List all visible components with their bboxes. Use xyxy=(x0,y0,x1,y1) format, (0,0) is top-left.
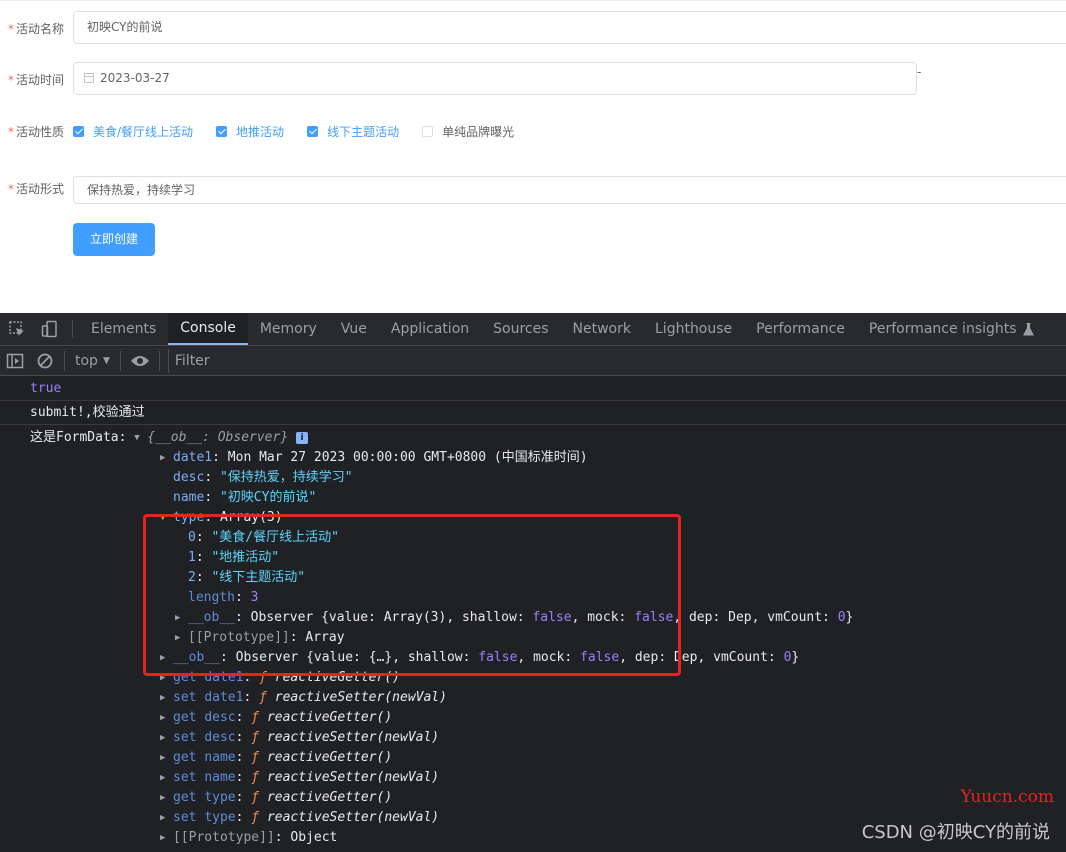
time-label: * 活动时间 xyxy=(8,73,65,87)
author-watermark: CSDN @初映CY的前说 xyxy=(861,822,1050,843)
sidebar-toggle-icon[interactable] xyxy=(0,347,30,375)
submit-button[interactable]: 立即创建 xyxy=(73,223,155,256)
array-item: 0: "美食/餐厅线上活动" xyxy=(188,530,339,545)
collapsed-triangle-icon[interactable]: ▶ xyxy=(160,708,173,728)
prop-name: name: "初映CY的前说" xyxy=(173,490,317,505)
array-length: length: 3 xyxy=(188,590,259,605)
tab-memory[interactable]: Memory xyxy=(248,313,329,345)
checkbox-checked-icon[interactable] xyxy=(73,126,84,137)
array-item: 1: "地推活动" xyxy=(188,550,280,565)
tab-application[interactable]: Application xyxy=(379,313,481,345)
checkbox-offline-theme[interactable]: 线下主题活动 xyxy=(307,123,399,140)
collapsed-triangle-icon[interactable]: ▶ xyxy=(160,668,173,688)
type-checkbox-group: 美食/餐厅线上活动 地推活动 线下主题活动 单纯品牌曝光 xyxy=(73,123,537,140)
date-range-separator: - xyxy=(917,65,922,79)
object-prototype[interactable]: ▶ [[Prototype]]: Object xyxy=(160,828,337,848)
checkbox-ground-promo[interactable]: 地推活动 xyxy=(216,123,284,140)
tab-lighthouse[interactable]: Lighthouse xyxy=(643,313,744,345)
collapsed-triangle-icon[interactable]: ▶ xyxy=(160,748,173,768)
formdata-summary-line[interactable]: 这是FormData: ▼ {__ob__: Observer} i xyxy=(30,428,308,448)
array-item: 2: "线下主题活动" xyxy=(188,570,306,585)
tab-console[interactable]: Console xyxy=(168,313,248,345)
prop-desc: desc: "保持热爱，持续学习" xyxy=(173,470,353,485)
devtools-panel: Elements Console Memory Vue Application … xyxy=(0,313,1066,852)
expanded-triangle-icon[interactable]: ▼ xyxy=(160,508,173,528)
accessor-line[interactable]: ▶ get date1: ƒ reactiveGetter() xyxy=(160,668,400,688)
accessor-line[interactable]: ▶ set type: ƒ reactiveSetter(newVal) xyxy=(160,808,439,828)
clear-console-icon[interactable] xyxy=(30,347,60,375)
prop-date1[interactable]: ▶ date1: Mon Mar 27 2023 00:00:00 GMT+080… xyxy=(160,448,588,468)
console-message-true: true xyxy=(0,377,1066,401)
console-message-submit: submit!,校验通过 xyxy=(0,401,1066,425)
accessor-line[interactable]: ▶ get name: ƒ reactiveGetter() xyxy=(160,748,392,768)
accessor-line[interactable]: ▶ get desc: ƒ reactiveGetter() xyxy=(160,708,392,728)
tab-vue[interactable]: Vue xyxy=(329,313,379,345)
calendar-icon xyxy=(84,73,94,83)
object-ob-line[interactable]: ▶ __ob__: Observer {value: {…}, shallow: … xyxy=(160,648,799,668)
collapsed-triangle-icon[interactable]: ▶ xyxy=(160,648,173,668)
tab-performance[interactable]: Performance xyxy=(744,313,857,345)
console-toolbar: top ▼ Filter xyxy=(0,347,1066,376)
checkbox-brand-exposure[interactable]: 单纯品牌曝光 xyxy=(422,123,514,140)
collapsed-triangle-icon[interactable]: ▶ xyxy=(160,768,173,788)
console-filter-input[interactable]: Filter xyxy=(167,349,1066,373)
array-ob-line[interactable]: ▶ __ob__: Observer {value: Array(3), shal… xyxy=(175,608,853,628)
info-icon[interactable]: i xyxy=(296,432,308,444)
checkbox-checked-icon[interactable] xyxy=(216,126,228,137)
checkbox-food-online[interactable]: 美食/餐厅线上活动 xyxy=(73,123,193,140)
toolbar-divider xyxy=(64,351,65,371)
expanded-triangle-icon[interactable]: ▼ xyxy=(134,428,147,448)
desc-label: * 活动形式 xyxy=(8,182,65,196)
context-selector[interactable]: top ▼ xyxy=(69,353,116,369)
device-toggle-icon[interactable] xyxy=(33,313,66,345)
collapsed-triangle-icon[interactable]: ▶ xyxy=(160,728,173,748)
collapsed-triangle-icon[interactable]: ▶ xyxy=(160,688,173,708)
prop-type[interactable]: ▼ type: Array(3) xyxy=(160,508,283,528)
collapsed-triangle-icon[interactable]: ▶ xyxy=(160,448,173,468)
collapsed-triangle-icon[interactable]: ▶ xyxy=(160,808,173,828)
site-watermark: Yuucn.com xyxy=(960,787,1054,807)
flask-icon xyxy=(1022,322,1034,336)
tab-elements[interactable]: Elements xyxy=(79,313,168,345)
devtools-tabbar: Elements Console Memory Vue Application … xyxy=(0,313,1066,346)
inspect-element-icon[interactable] xyxy=(0,313,33,345)
tabbar-divider xyxy=(72,320,73,338)
toolbar-divider xyxy=(158,351,160,371)
tab-sources[interactable]: Sources xyxy=(481,313,560,345)
activity-name-input[interactable]: 初映CY的前说 xyxy=(73,11,1066,44)
date-picker-input[interactable]: 2023-03-27 xyxy=(73,62,917,95)
name-label: * 活动名称 xyxy=(8,22,65,36)
dropdown-arrow-icon: ▼ xyxy=(102,356,110,366)
checkbox-unchecked-icon[interactable] xyxy=(422,126,434,137)
tab-network[interactable]: Network xyxy=(561,313,643,345)
accessor-line[interactable]: ▶ set desc: ƒ reactiveSetter(newVal) xyxy=(160,728,439,748)
live-expression-eye-icon[interactable] xyxy=(125,347,155,375)
tab-performance-insights[interactable]: Performance insights xyxy=(857,313,1046,345)
collapsed-triangle-icon[interactable]: ▶ xyxy=(160,788,173,808)
accessor-line[interactable]: ▶ set name: ƒ reactiveSetter(newVal) xyxy=(160,768,439,788)
checkbox-checked-icon[interactable] xyxy=(307,126,319,137)
collapsed-triangle-icon[interactable]: ▶ xyxy=(175,628,188,648)
activity-form: * 活动名称 初映CY的前说 * 活动时间 2023-03-27 - * 活动性质 美… xyxy=(0,0,1066,313)
accessor-line[interactable]: ▶ set date1: ƒ reactiveSetter(newVal) xyxy=(160,688,447,708)
toolbar-divider xyxy=(119,351,121,371)
accessor-line[interactable]: ▶ get type: ƒ reactiveGetter() xyxy=(160,788,392,808)
console-output: true submit!,校验通过 这是FormData: ▼ {__ob__: … xyxy=(0,377,1066,852)
activity-desc-input[interactable]: 保持热爱，持续学习 xyxy=(73,176,1066,204)
type-label: * 活动性质 xyxy=(8,125,65,139)
array-prototype[interactable]: ▶ [[Prototype]]: Array xyxy=(175,628,345,648)
collapsed-triangle-icon[interactable]: ▶ xyxy=(175,608,188,628)
collapsed-triangle-icon[interactable]: ▶ xyxy=(160,828,173,848)
